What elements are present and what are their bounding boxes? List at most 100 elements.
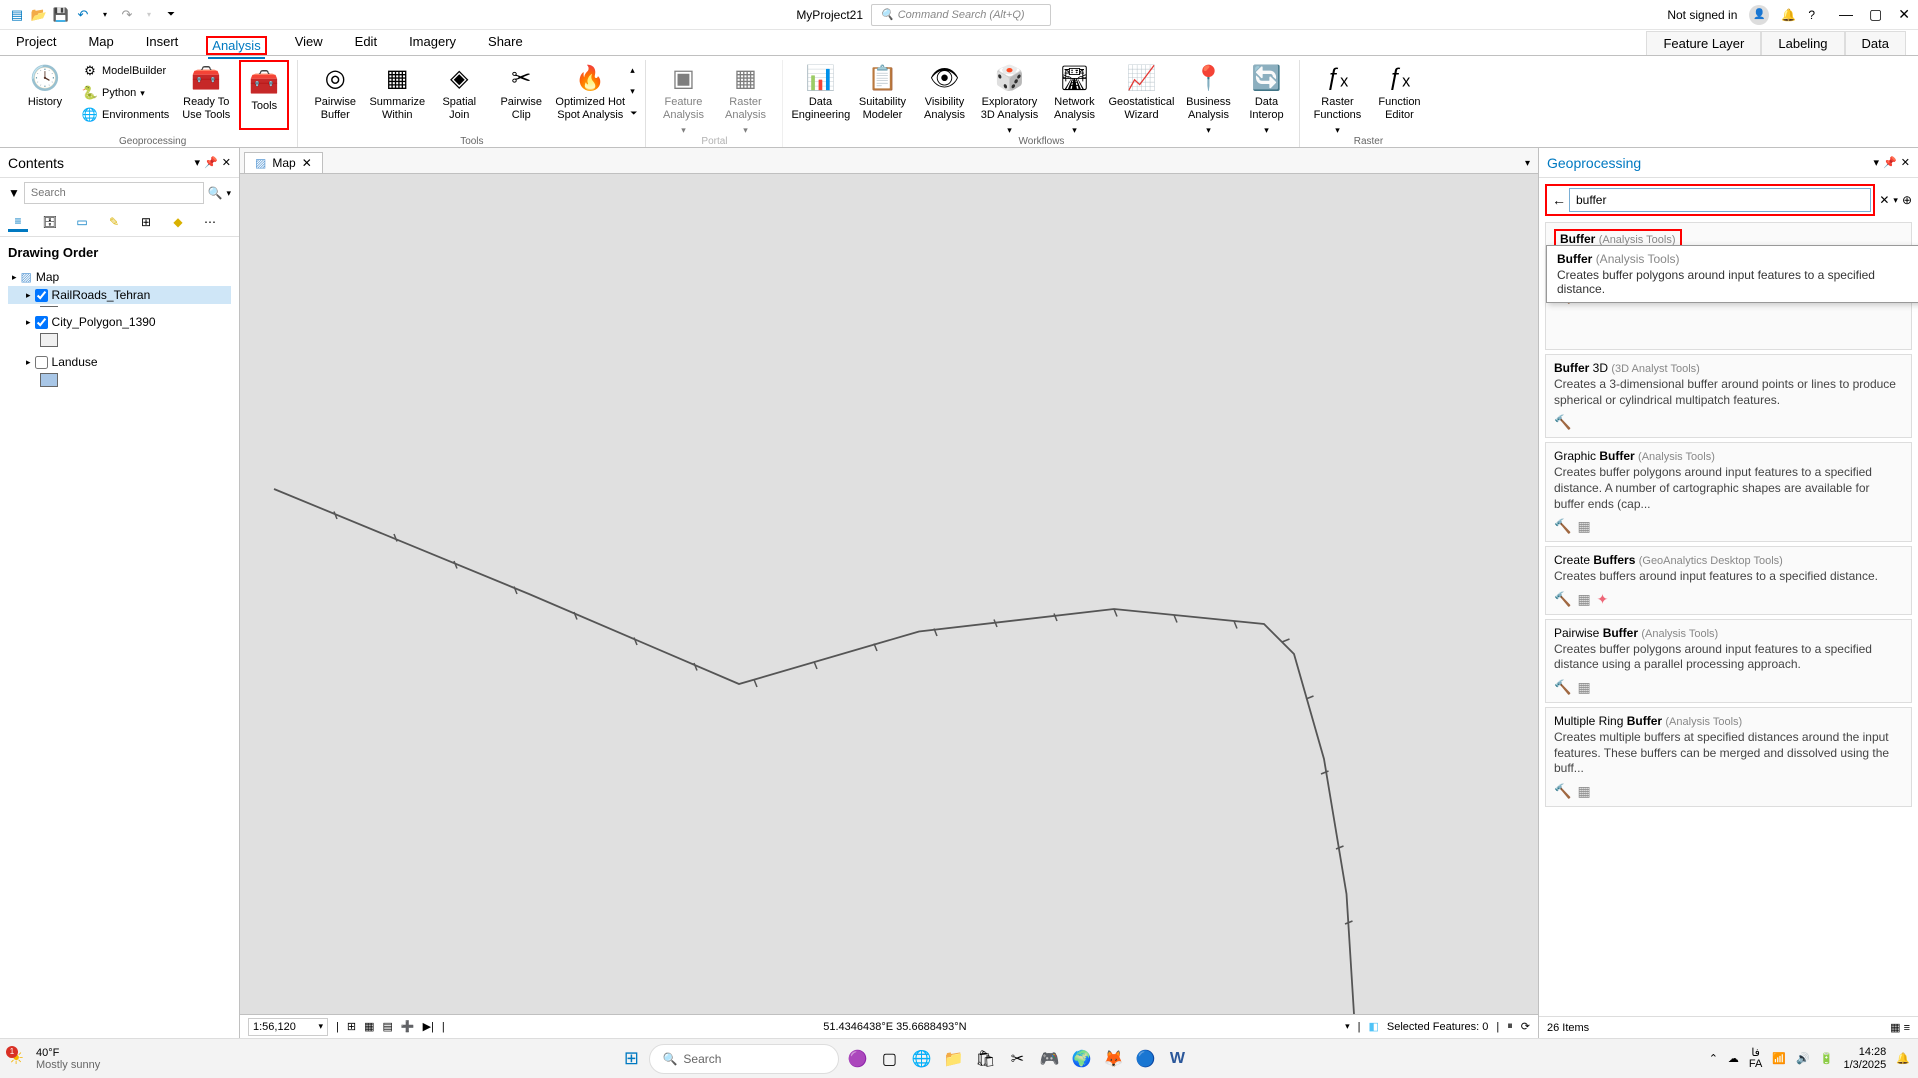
- expand-icon[interactable]: ▸: [26, 290, 31, 301]
- tray-lang2[interactable]: FA: [1749, 1059, 1762, 1070]
- gallery-up-icon[interactable]: ▴: [630, 65, 637, 76]
- pane-options-icon[interactable]: ▾: [195, 156, 201, 169]
- open-project-icon[interactable]: 📂: [30, 6, 48, 24]
- gallery-more-icon[interactable]: ⏷: [630, 108, 637, 119]
- pairwise-buffer-button[interactable]: ◎Pairwise Buffer: [306, 60, 364, 122]
- app-edge-icon[interactable]: 🌐: [907, 1045, 935, 1073]
- app-firefox-icon[interactable]: 🦊: [1099, 1045, 1127, 1073]
- app-chrome-icon[interactable]: 🔵: [1131, 1045, 1159, 1073]
- help-icon[interactable]: ?: [1808, 8, 1815, 22]
- toc-map-root[interactable]: ▸ ▨ Map: [8, 268, 231, 286]
- map-view-drop-icon[interactable]: ▾: [1521, 154, 1534, 173]
- ctab-labeling[interactable]: Labeling: [1761, 31, 1844, 55]
- gp-result-item[interactable]: Graphic Buffer (Analysis Tools) Creates …: [1545, 442, 1912, 542]
- interop-button[interactable]: 🔄Data Interop▾: [1241, 60, 1291, 136]
- snap-dyn-icon[interactable]: ▤: [382, 1020, 392, 1033]
- gp-result-item[interactable]: Buffer (Analysis Tools) Creates buffer p…: [1545, 222, 1912, 350]
- pane-options-icon[interactable]: ▾: [1874, 156, 1880, 169]
- tray-notifications-icon[interactable]: 🔔: [1896, 1052, 1910, 1065]
- pause-draw-icon[interactable]: ▶|: [423, 1020, 434, 1033]
- save-icon[interactable]: 💾: [52, 6, 70, 24]
- command-search[interactable]: 🔍 Command Search (Alt+Q): [871, 4, 1051, 26]
- maximize-button[interactable]: ▢: [1869, 6, 1882, 23]
- gp-result-item[interactable]: Pairwise Buffer (Analysis Tools) Creates…: [1545, 619, 1912, 703]
- toc-source-icon[interactable]: 🗄: [40, 212, 60, 232]
- filter-icon[interactable]: ▼: [8, 186, 20, 200]
- scale-selector[interactable]: 1:56,120▾: [248, 1018, 328, 1036]
- network-button[interactable]: 🛣Network Analysis▾: [1045, 60, 1103, 136]
- weather-widget[interactable]: 1 40°F Mostly sunny: [8, 1047, 100, 1071]
- tab-view[interactable]: View: [291, 30, 327, 55]
- ctab-feature-layer[interactable]: Feature Layer: [1646, 31, 1761, 55]
- python-button[interactable]: 🐍Python▾: [78, 82, 173, 104]
- environments-button[interactable]: 🌐Environments: [78, 104, 173, 126]
- redo-drop-icon[interactable]: ▾: [140, 6, 158, 24]
- toc-layer[interactable]: ▸ Landuse: [8, 353, 231, 371]
- pane-close-icon[interactable]: ✕: [222, 156, 231, 169]
- app-explorer-icon[interactable]: 📁: [939, 1045, 967, 1073]
- layer-symbol[interactable]: [40, 333, 58, 347]
- visibility-button[interactable]: 👁Visibility Analysis: [915, 60, 973, 122]
- expand-icon[interactable]: ▸: [26, 357, 31, 368]
- pane-close-icon[interactable]: ✕: [1901, 156, 1910, 169]
- layer-visibility-checkbox[interactable]: [35, 289, 48, 302]
- suitability-button[interactable]: 📋Suitability Modeler: [853, 60, 911, 122]
- signin-label[interactable]: Not signed in: [1667, 8, 1737, 22]
- contents-search-go-icon[interactable]: 🔍: [208, 186, 223, 200]
- app-taskview-icon[interactable]: ▢: [875, 1045, 903, 1073]
- layer-visibility-checkbox[interactable]: [35, 356, 48, 369]
- tray-clock[interactable]: 14:28 1/3/2025: [1843, 1046, 1886, 1070]
- redo-icon[interactable]: ↷: [118, 6, 136, 24]
- app-copilot-icon[interactable]: 🟣: [843, 1045, 871, 1073]
- gp-search-input[interactable]: [1569, 188, 1871, 212]
- toc-drawing-order-icon[interactable]: ≡: [8, 212, 28, 232]
- map-canvas[interactable]: [240, 174, 1538, 1014]
- geostat-button[interactable]: 📈Geostatistical Wizard: [1107, 60, 1175, 122]
- toc-editing-icon[interactable]: ✎: [104, 212, 124, 232]
- raster-functions-button[interactable]: ƒₓRaster Functions▾: [1308, 60, 1366, 136]
- tab-imagery[interactable]: Imagery: [405, 30, 460, 55]
- tray-volume-icon[interactable]: 🔊: [1796, 1052, 1810, 1065]
- gp-view-list-icon[interactable]: ≡: [1904, 1022, 1910, 1034]
- app-xbox-icon[interactable]: 🎮: [1035, 1045, 1063, 1073]
- close-button[interactable]: ✕: [1898, 6, 1910, 23]
- coords-drop-icon[interactable]: ▾: [1345, 1021, 1350, 1032]
- app-snip-icon[interactable]: ✂: [1003, 1045, 1031, 1073]
- contents-search-drop-icon[interactable]: ▾: [226, 188, 231, 199]
- tray-lang1[interactable]: فا: [1749, 1048, 1762, 1059]
- gp-clear-icon[interactable]: ✕: [1879, 193, 1889, 207]
- toc-layer[interactable]: ▸ RailRoads_Tehran: [8, 286, 231, 304]
- tab-share[interactable]: Share: [484, 30, 527, 55]
- undo-icon[interactable]: ↶: [74, 6, 92, 24]
- gallery-down-icon[interactable]: ▾: [630, 86, 637, 97]
- expand-icon[interactable]: ▸: [12, 272, 17, 283]
- undo-drop-icon[interactable]: ▾: [96, 6, 114, 24]
- toc-selection-icon[interactable]: ▭: [72, 212, 92, 232]
- layer-symbol[interactable]: [40, 373, 58, 387]
- gp-add-toolbox-icon[interactable]: ⊕: [1902, 193, 1912, 207]
- spatial-join-button[interactable]: ◈Spatial Join: [430, 60, 488, 122]
- qat-drop-icon[interactable]: ⏷: [162, 6, 180, 24]
- app-word-icon[interactable]: W: [1163, 1045, 1191, 1073]
- taskbar-search[interactable]: 🔍Search: [649, 1044, 839, 1074]
- map-tab-close-icon[interactable]: ✕: [302, 156, 312, 170]
- pane-pin-icon[interactable]: 📌: [1883, 156, 1897, 169]
- gp-back-icon[interactable]: ←: [1549, 190, 1569, 210]
- history-button[interactable]: 🕓 History: [16, 60, 74, 122]
- function-editor-button[interactable]: ƒₓFunction Editor: [1370, 60, 1428, 122]
- modelbuilder-button[interactable]: ⚙ModelBuilder: [78, 60, 173, 82]
- toc-layer[interactable]: ▸ City_Polygon_1390: [8, 313, 231, 331]
- app-arcgis-icon[interactable]: 🌍: [1067, 1045, 1095, 1073]
- gp-search-drop-icon[interactable]: ▾: [1893, 195, 1898, 206]
- summarize-within-button[interactable]: ▦Summarize Within: [368, 60, 426, 122]
- exploratory-button[interactable]: 🎲Exploratory 3D Analysis▾: [977, 60, 1041, 136]
- ready-use-tools-button[interactable]: 🧰 Ready To Use Tools: [177, 60, 235, 122]
- avatar-icon[interactable]: 👤: [1749, 5, 1769, 25]
- tab-analysis[interactable]: Analysis: [208, 34, 264, 59]
- toc-labeling-icon[interactable]: ◆: [168, 212, 188, 232]
- tab-map[interactable]: Map: [84, 30, 117, 55]
- gp-view-grid-icon[interactable]: ▦: [1890, 1022, 1900, 1034]
- tab-edit[interactable]: Edit: [351, 30, 381, 55]
- pairwise-clip-button[interactable]: ✂Pairwise Clip: [492, 60, 550, 122]
- ctab-data[interactable]: Data: [1845, 31, 1906, 55]
